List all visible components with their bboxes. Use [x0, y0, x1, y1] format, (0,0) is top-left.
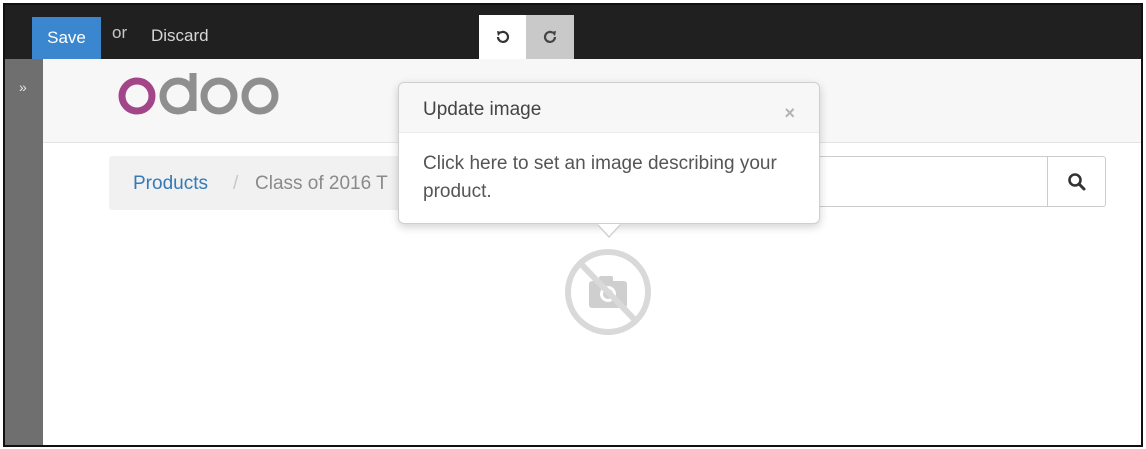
popover-header: Update image × — [399, 83, 819, 133]
update-image-popover: Update image × Click here to set an imag… — [398, 82, 820, 238]
or-label: or — [112, 23, 128, 42]
redo-button[interactable] — [526, 15, 574, 59]
product-image-placeholder[interactable] — [563, 247, 653, 337]
search-icon — [1067, 172, 1085, 190]
undo-button[interactable] — [479, 15, 526, 59]
popover-title: Update image — [423, 99, 542, 120]
breadcrumb-item-products[interactable]: Products — [133, 173, 208, 195]
search-button[interactable] — [1047, 156, 1106, 207]
breadcrumb: Products / Class of 2016 T — [109, 156, 419, 210]
editor-toolbar: Save or Discard — [5, 5, 1141, 59]
app-frame: Save or Discard » Products / Class of 20… — [3, 3, 1143, 447]
no-camera-icon — [565, 249, 651, 335]
undo-icon — [496, 30, 509, 43]
left-sidebar: » — [5, 59, 43, 445]
breadcrumb-item-current: Class of 2016 T — [255, 173, 388, 194]
redo-icon — [543, 30, 557, 43]
save-button[interactable]: Save — [32, 17, 101, 59]
sidebar-expand-icon[interactable]: » — [19, 79, 27, 95]
odoo-logo[interactable] — [115, 69, 285, 119]
popover-arrow-fill — [598, 224, 620, 236]
discard-link[interactable]: Discard — [151, 26, 209, 46]
breadcrumb-separator: / — [233, 173, 239, 194]
popover-body: Click here to set an image describing yo… — [423, 153, 777, 202]
close-icon[interactable]: × — [784, 103, 795, 124]
